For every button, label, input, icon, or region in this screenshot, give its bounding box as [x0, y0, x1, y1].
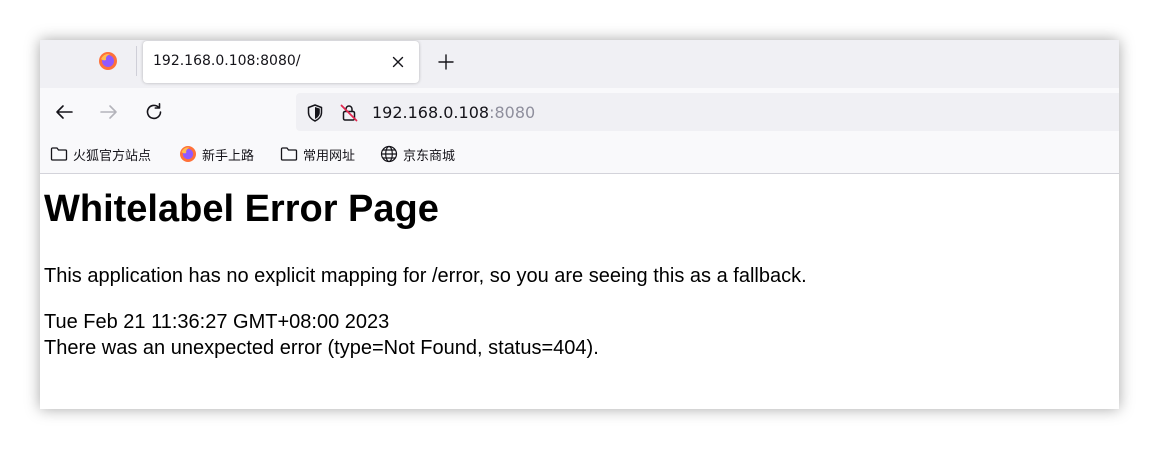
error-timestamp: Tue Feb 21 11:36:27 GMT+08:00 2023 — [44, 311, 390, 333]
bookmark-label: 新手上路 — [202, 148, 255, 164]
bookmarks-toolbar: 火狐官方站点 新手上路 常用网址 京东商城 — [40, 136, 1119, 174]
error-message: This application has no explicit mapping… — [44, 265, 807, 287]
new-tab-icon[interactable] — [434, 50, 458, 74]
globe-icon — [380, 145, 398, 163]
tab-active[interactable]: 192.168.0.108:8080/ — [143, 41, 419, 83]
bookmark-item[interactable]: 常用网址 — [280, 144, 355, 164]
browser-window: 192.168.0.108:8080/ 192.168.0.108:8080 火… — [40, 40, 1119, 409]
bookmark-item[interactable]: 京东商城 — [380, 144, 455, 164]
page-content: Whitelabel Error Page This application h… — [40, 174, 1119, 409]
bookmark-label: 京东商城 — [403, 148, 456, 164]
folder-icon — [280, 147, 298, 161]
url-text[interactable]: 192.168.0.108:8080 — [372, 103, 535, 122]
insecure-lock-icon[interactable] — [339, 103, 359, 123]
reload-icon[interactable] — [143, 101, 165, 123]
tab-title: 192.168.0.108:8080/ — [153, 53, 301, 69]
back-icon[interactable] — [53, 101, 75, 123]
tab-strip: 192.168.0.108:8080/ — [40, 40, 1119, 88]
bookmark-item[interactable]: 新手上路 — [179, 144, 254, 164]
bookmark-label: 常用网址 — [303, 148, 356, 164]
url-host: 192.168.0.108 — [372, 103, 490, 122]
navigation-toolbar: 192.168.0.108:8080 — [40, 88, 1119, 136]
shield-icon[interactable] — [305, 103, 325, 123]
url-port: :8080 — [489, 103, 536, 122]
error-details: There was an unexpected error (type=Not … — [44, 337, 599, 359]
bookmark-item[interactable]: 火狐官方站点 — [50, 144, 151, 164]
tab-divider — [136, 46, 137, 76]
page-title: Whitelabel Error Page — [44, 188, 439, 230]
close-tab-icon[interactable] — [389, 53, 407, 71]
folder-icon — [50, 147, 68, 161]
url-bar[interactable]: 192.168.0.108:8080 — [296, 93, 1119, 131]
firefox-icon — [180, 146, 196, 162]
forward-icon[interactable] — [98, 101, 120, 123]
firefox-view-icon[interactable] — [98, 51, 118, 71]
bookmark-label: 火狐官方站点 — [73, 148, 152, 164]
